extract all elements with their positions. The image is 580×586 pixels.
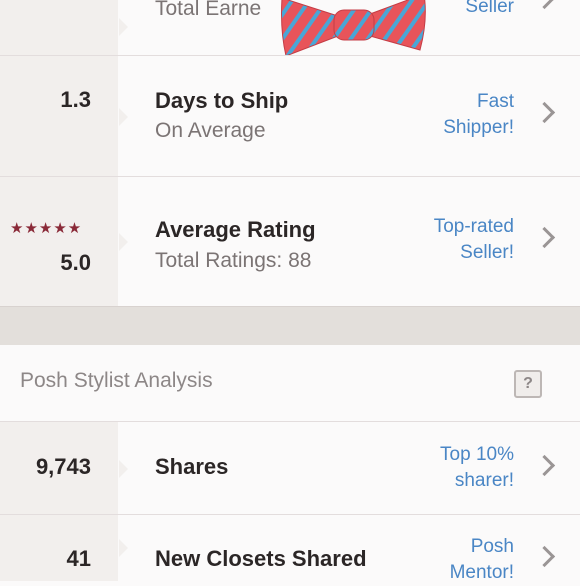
stat-badge: Seller: [465, 0, 514, 17]
days-to-ship-value: 1.3: [60, 87, 91, 112]
badge-line-2: Shipper!: [443, 117, 514, 138]
section-title: Posh Stylist Analysis: [20, 369, 213, 392]
badge-line-2: sharer!: [454, 470, 514, 491]
badge-line-1: Top 10%: [440, 444, 514, 465]
chevron-right-icon[interactable]: [533, 0, 556, 10]
section-header: Posh Stylist Analysis ?: [0, 345, 580, 421]
section-divider: [0, 306, 580, 346]
stat-subtitle: Total Ratings: 88: [155, 249, 312, 272]
badge-line-1: Fast: [477, 91, 514, 112]
bowtie-icon: [281, 0, 426, 57]
stat-subtitle: On Average: [155, 119, 266, 142]
stat-badge: Top-rated Seller!: [434, 214, 514, 266]
stat-row-average-rating[interactable]: ★★★★★ 5.0 Average Rating Total Ratings: …: [0, 176, 580, 307]
stat-row-new-closets[interactable]: 41 New Closets Shared Posh Mentor!: [0, 514, 580, 583]
average-rating-value: 5.0: [60, 250, 91, 275]
chevron-right-icon[interactable]: [533, 226, 556, 249]
badge-line-2: Mentor!: [449, 562, 514, 583]
stat-badge: Fast Shipper!: [443, 89, 514, 141]
stat-title: New Closets Shared: [155, 546, 367, 571]
stat-row-shares[interactable]: 9,743 Shares Top 10% sharer!: [0, 421, 580, 515]
shares-value: 9,743: [35, 454, 91, 479]
chevron-right-icon[interactable]: [533, 101, 556, 124]
chevron-right-icon[interactable]: [533, 545, 556, 568]
metric-column: [0, 177, 128, 307]
stat-badge: Posh Mentor!: [450, 534, 514, 586]
stat-row-days-to-ship[interactable]: 1.3 Days to Ship On Average Fast Shipper…: [0, 55, 580, 177]
rating-stars: ★★★★★: [10, 220, 83, 237]
metric-column: [0, 515, 128, 581]
stat-title: Days to Ship: [155, 88, 289, 113]
stat-title: Average Rating: [155, 217, 316, 242]
stat-subtitle: Total Earne: [155, 0, 262, 20]
badge-line-2: Seller!: [460, 242, 514, 263]
stat-title: Shares: [155, 454, 229, 479]
chevron-right-icon[interactable]: [533, 454, 556, 477]
badge-line-1: Top-rated: [433, 216, 514, 237]
metric-column: [0, 0, 128, 55]
new-closets-value: 41: [66, 546, 91, 571]
badge-line-1: Posh: [470, 536, 514, 557]
help-icon[interactable]: ?: [514, 370, 542, 398]
metric-column: [0, 56, 128, 177]
stat-badge: Top 10% sharer!: [440, 442, 514, 494]
